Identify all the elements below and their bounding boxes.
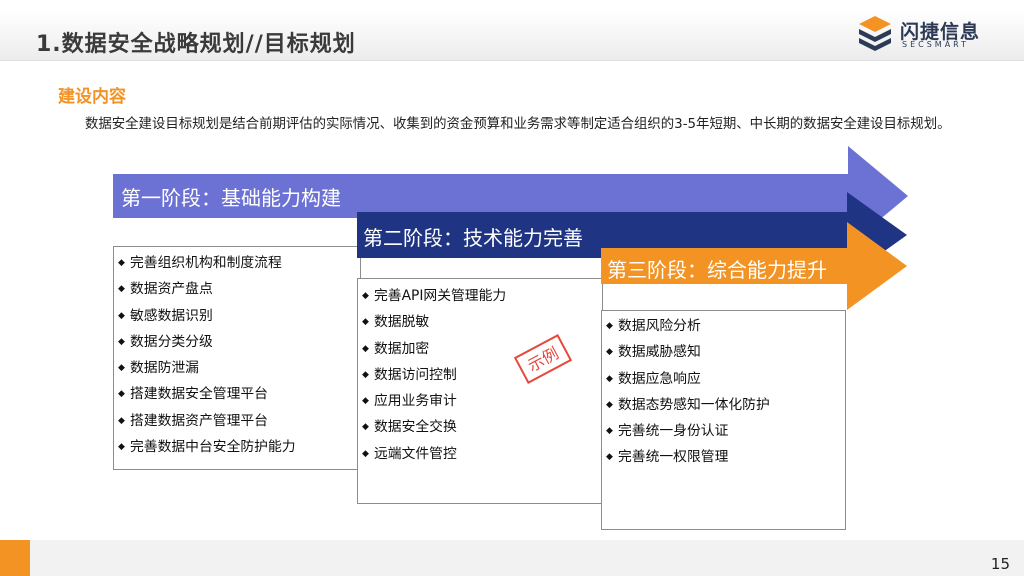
diamond-bullet-icon: ◆ — [606, 347, 613, 358]
stage-3-items-box: ◆ 数据风险分析 ◆ 数据威胁感知 ◆ 数据应急响应 ◆ 数据态势感知一体化防护 ◆ 完善… — [601, 310, 846, 530]
diamond-bullet-icon: ◆ — [362, 291, 369, 301]
diamond-bullet-icon: ◆ — [606, 373, 613, 384]
list-item: ◆ 完善统一身份认证 — [606, 418, 845, 444]
page-number: 15 — [990, 555, 1010, 573]
intro-paragraph: 数据安全建设目标规划是结合前期评估的实际情况、收集到的资金预算和业务需求等制定适… — [85, 117, 951, 132]
list-item: ◆ 应用业务审计 — [362, 388, 602, 414]
diamond-bullet-icon: ◆ — [118, 415, 125, 426]
slide-footer — [0, 540, 1024, 576]
page-title: 1.数据安全战略规划//目标规划 — [36, 32, 356, 57]
list-item: ◆ 搭建数据安全管理平台 — [118, 381, 360, 407]
list-item: ◆ 数据态势感知一体化防护 — [606, 392, 845, 418]
list-item: ◆ 数据分类分级 — [118, 329, 360, 355]
list-item: ◆ 完善数据中台安全防护能力 — [118, 434, 360, 460]
company-logo: 闪捷信息 SECSMART — [856, 14, 986, 54]
diamond-bullet-icon: ◆ — [362, 317, 369, 328]
list-item: ◆ 完善API网关管理能力 — [362, 283, 602, 309]
list-item: ◆ 数据访问控制 — [362, 362, 602, 388]
diamond-bullet-icon: ◆ — [606, 426, 613, 437]
list-item: ◆ 搭建数据资产管理平台 — [118, 408, 360, 434]
slide-header: 1.数据安全战略规划//目标规划 闪捷信息 SECSMART — [0, 0, 1024, 64]
diamond-bullet-icon: ◆ — [118, 284, 125, 295]
stage-2-list: ◆ 完善API网关管理能力 ◆ 数据脱敏 ◆ 数据加密 ◆ 数据访问控制 ◆ 应用业务审计… — [358, 279, 602, 467]
diamond-bullet-icon: ◆ — [118, 389, 125, 400]
diamond-bullet-icon: ◆ — [362, 422, 369, 433]
stage-3-label: 第三阶段：综合能力提升 — [607, 258, 827, 282]
stage-2-label: 第二阶段：技术能力完善 — [363, 226, 583, 250]
list-item: ◆ 完善组织机构和制度流程 — [118, 250, 360, 276]
stage-3-list: ◆ 数据风险分析 ◆ 数据威胁感知 ◆ 数据应急响应 ◆ 数据态势感知一体化防护 ◆ 完善… — [602, 311, 845, 471]
logo-mark-icon — [859, 16, 891, 51]
diamond-bullet-icon: ◆ — [362, 396, 369, 407]
footer-accent — [0, 540, 30, 576]
list-item: ◆ 数据资产盘点 — [118, 276, 360, 302]
stage-3-arrow: 第三阶段：综合能力提升 — [601, 222, 907, 310]
list-item: ◆ 数据安全交换 — [362, 414, 602, 440]
stage-1-label: 第一阶段：基础能力构建 — [121, 186, 341, 210]
list-item: ◆ 数据防泄漏 — [118, 355, 360, 381]
list-item: ◆ 数据风险分析 — [606, 313, 845, 339]
diamond-bullet-icon: ◆ — [118, 363, 125, 374]
diamond-bullet-icon: ◆ — [606, 452, 613, 463]
list-item: ◆ 敏感数据识别 — [118, 303, 360, 329]
section-heading: 建设内容 — [58, 87, 126, 107]
diamond-bullet-icon: ◆ — [118, 442, 125, 453]
diamond-bullet-icon: ◆ — [118, 258, 125, 268]
list-item: ◆ 完善统一权限管理 — [606, 444, 845, 470]
logo-subtext: SECSMART — [902, 40, 970, 49]
list-item: ◆ 数据应急响应 — [606, 366, 845, 392]
diamond-bullet-icon: ◆ — [362, 448, 369, 459]
list-item: ◆ 数据威胁感知 — [606, 339, 845, 365]
diamond-bullet-icon: ◆ — [118, 336, 125, 347]
stage-1-list: ◆ 完善组织机构和制度流程 ◆ 数据资产盘点 ◆ 敏感数据识别 ◆ 数据分类分级 ◆ 数据… — [114, 247, 360, 460]
diamond-bullet-icon: ◆ — [362, 369, 369, 380]
stage-2-items-box: ◆ 完善API网关管理能力 ◆ 数据脱敏 ◆ 数据加密 ◆ 数据访问控制 ◆ 应用业务审计… — [357, 278, 603, 504]
stage-1-items-box: ◆ 完善组织机构和制度流程 ◆ 数据资产盘点 ◆ 敏感数据识别 ◆ 数据分类分级 ◆ 数据… — [113, 246, 361, 470]
list-item: ◆ 远端文件管控 — [362, 441, 602, 467]
diamond-bullet-icon: ◆ — [606, 399, 613, 410]
list-item: ◆ 数据脱敏 — [362, 309, 602, 335]
diamond-bullet-icon: ◆ — [606, 321, 613, 331]
diamond-bullet-icon: ◆ — [362, 343, 369, 354]
diamond-bullet-icon: ◆ — [118, 310, 125, 321]
